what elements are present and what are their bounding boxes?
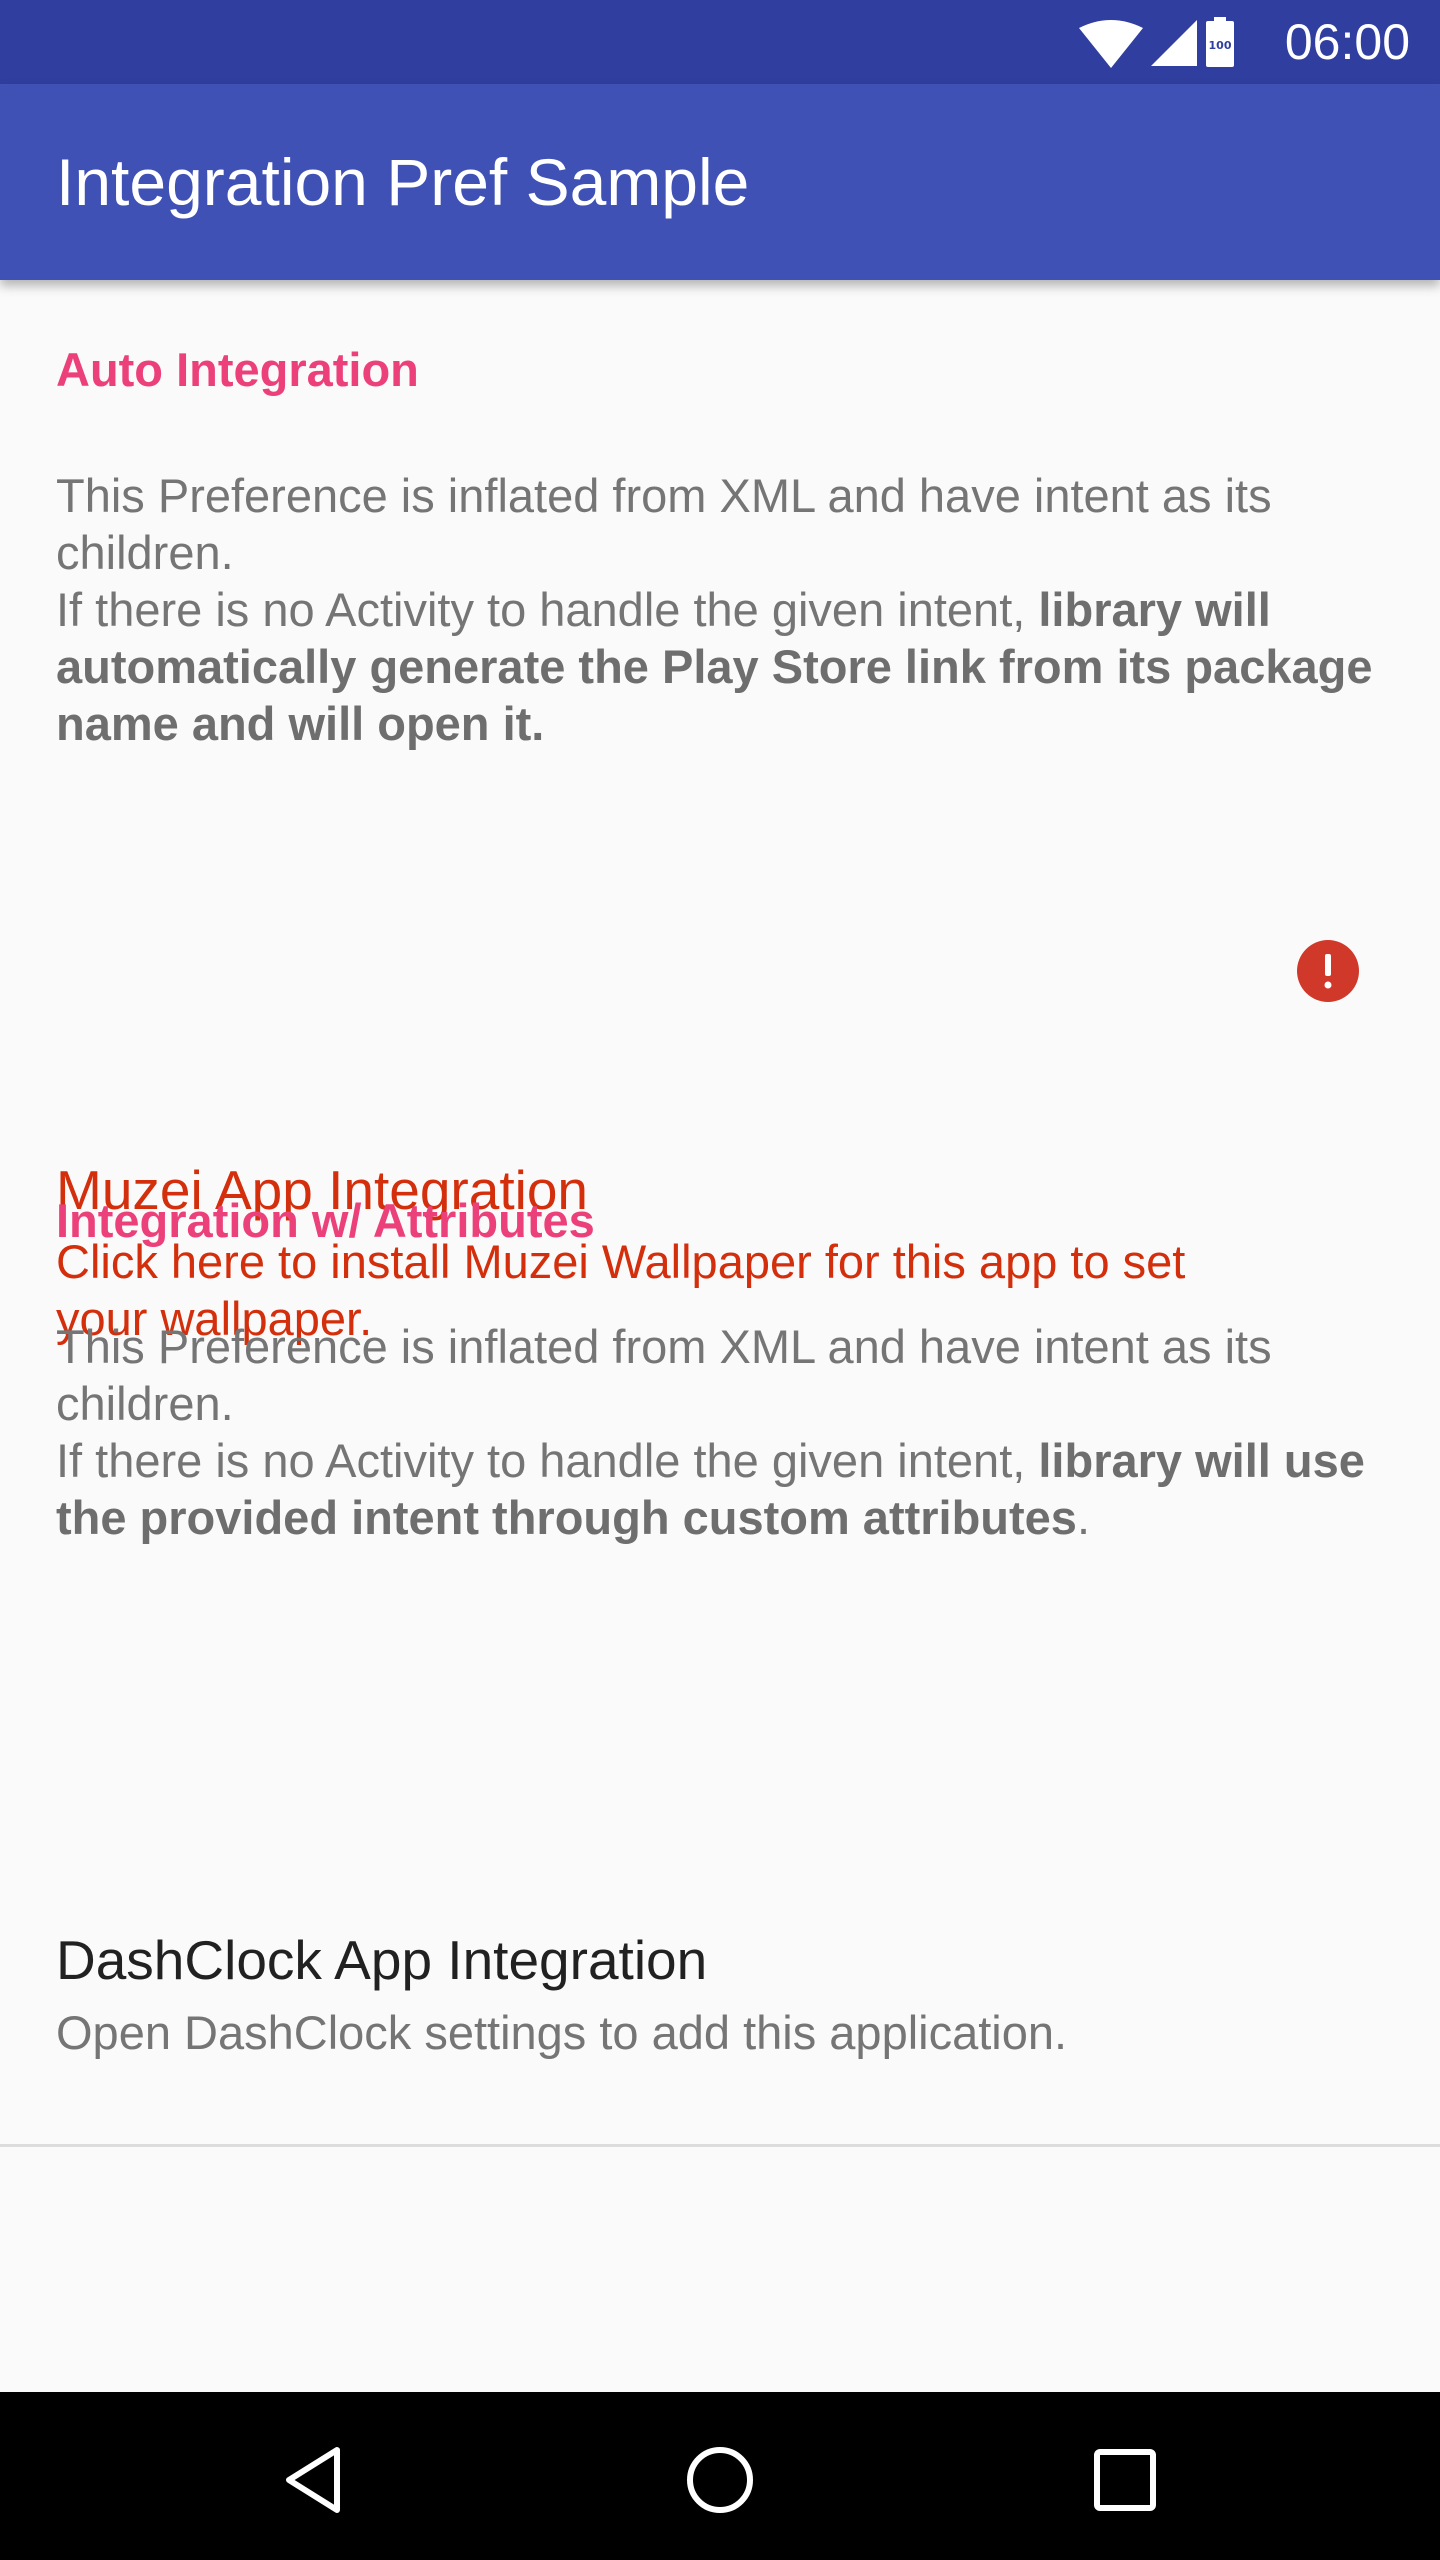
auto-integration-desc-prefix: If there is no Activity to handle the gi… [56, 583, 1039, 636]
dashclock-pref-summary: Open DashClock settings to add this appl… [56, 2006, 1068, 2059]
alert-icon [1297, 940, 1359, 1002]
category-header-integration-attributes: Integration w/ Attributes [56, 1194, 595, 1247]
back-icon[interactable] [275, 2440, 355, 2520]
attributes-desc-line1: This Preference is inflated from XML and… [56, 1320, 1272, 1430]
attributes-desc-suffix: . [1076, 1491, 1091, 1544]
status-time: 06:00 [1284, 14, 1410, 70]
app-bar: Integration Pref Sample [0, 84, 1440, 280]
auto-integration-description: This Preference is inflated from XML and… [56, 467, 1386, 752]
signal-icon [1151, 20, 1197, 66]
category-header-auto-integration: Auto Integration [56, 343, 419, 396]
list-divider [0, 2144, 1440, 2147]
home-icon[interactable] [680, 2440, 760, 2520]
app-title: Integration Pref Sample [56, 145, 750, 219]
status-icons: 100 [1079, 17, 1234, 68]
attributes-desc-line2: If there is no Activity to handle the gi… [56, 1432, 1386, 1546]
battery-icon: 100 [1206, 17, 1234, 67]
auto-integration-desc-line1: This Preference is inflated from XML and… [56, 469, 1272, 579]
recents-icon[interactable] [1085, 2440, 1165, 2520]
dashclock-pref-title: DashClock App Integration [56, 1929, 708, 1991]
wifi-icon [1079, 20, 1143, 68]
pref-dashclock-app-integration[interactable]: DashClock App Integration Open DashClock… [0, 1900, 1440, 2140]
attributes-desc-prefix: If there is no Activity to handle the gi… [56, 1434, 1039, 1487]
attributes-integration-description: This Preference is inflated from XML and… [56, 1318, 1386, 1546]
auto-integration-desc-line2: If there is no Activity to handle the gi… [56, 581, 1386, 752]
battery-level-label: 100 [1209, 39, 1232, 52]
status-bar: 100 06:00 [0, 0, 1440, 84]
preference-list: Auto Integration This Preference is infl… [0, 280, 1440, 2392]
